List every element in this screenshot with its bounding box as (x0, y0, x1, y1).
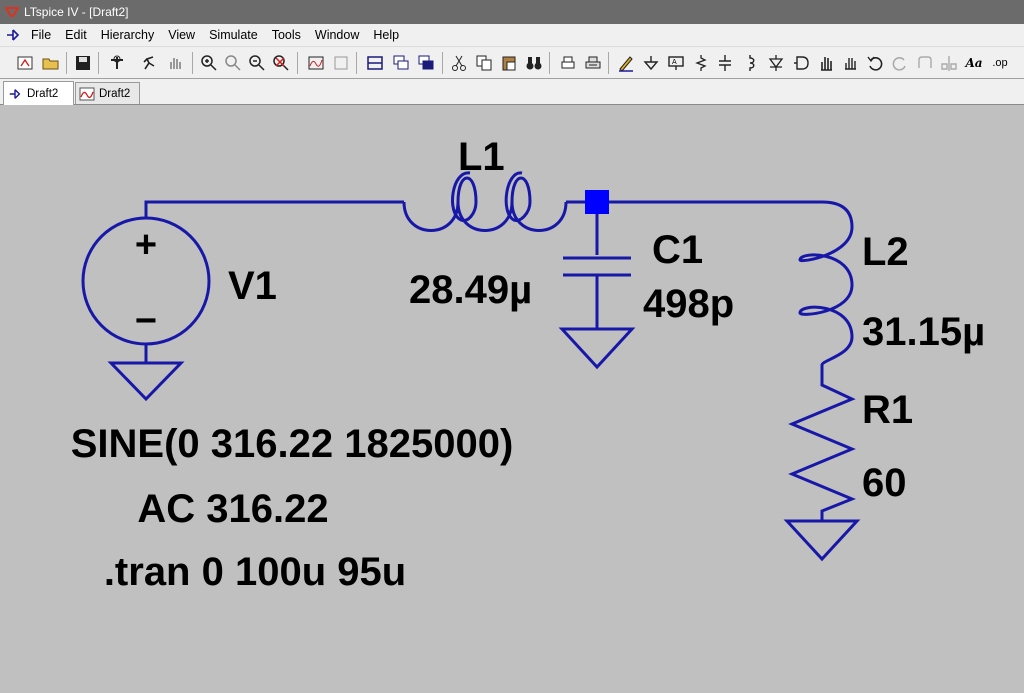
toolbar: A Aa .op (0, 46, 1024, 79)
tab-label: Draft2 (99, 87, 131, 100)
v1-sine-spec[interactable]: SINE(0 316.22 1825000) (71, 422, 514, 466)
move-hand-icon[interactable] (815, 52, 837, 74)
ground-c1[interactable] (558, 327, 636, 370)
menu-edit[interactable]: Edit (58, 28, 94, 42)
l2-name-label[interactable]: L2 (862, 230, 909, 274)
find-binoculars-icon[interactable] (523, 52, 545, 74)
ltspice-app-icon (4, 4, 20, 20)
undo-icon[interactable] (864, 52, 886, 74)
inductor-l1-turn3[interactable] (510, 201, 568, 232)
wire-v1-top[interactable] (144, 200, 404, 217)
pan-icon[interactable] (222, 52, 244, 74)
redo-icon[interactable] (889, 52, 911, 74)
menu-tools[interactable]: Tools (265, 28, 308, 42)
waveform-tab-icon (79, 86, 95, 102)
l2-value-label[interactable]: 31.15µ (862, 310, 985, 354)
zoom-cancel-icon[interactable] (270, 52, 292, 74)
print-setup-icon[interactable] (557, 52, 579, 74)
paste-icon[interactable] (498, 52, 520, 74)
menu-file[interactable]: File (24, 28, 58, 42)
rotate-icon[interactable] (914, 52, 936, 74)
zoom-fit-icon[interactable] (330, 52, 352, 74)
tab-label: Draft2 (27, 87, 59, 100)
v1-plus-sign: + (135, 224, 157, 266)
menu-simulate[interactable]: Simulate (202, 28, 265, 42)
v1-name-label[interactable]: V1 (228, 264, 277, 308)
ground-v1[interactable] (107, 361, 185, 402)
draw-wire-pencil-icon[interactable] (615, 52, 637, 74)
tab-draft2-waveform[interactable]: Draft2 (75, 82, 140, 104)
resistor-icon[interactable] (690, 52, 712, 74)
diode-icon[interactable] (765, 52, 787, 74)
menu-bar: File Edit Hierarchy View Simulate Tools … (0, 24, 1024, 46)
zoom-in-icon[interactable] (198, 52, 220, 74)
r1-name-label[interactable]: R1 (862, 388, 913, 432)
mirror-icon[interactable] (938, 52, 960, 74)
component-icon[interactable] (790, 52, 812, 74)
tran-directive[interactable]: .tran 0 100u 95u (104, 550, 406, 594)
schematic-canvas[interactable]: + − L1 28.49µ C1 498p L2 31.15µ R1 60 V1… (0, 105, 1024, 693)
save-icon[interactable] (72, 52, 94, 74)
inductor-l2[interactable] (798, 226, 854, 366)
menu-window[interactable]: Window (308, 28, 366, 42)
inductor-icon[interactable] (739, 52, 761, 74)
zoom-out-icon[interactable] (246, 52, 268, 74)
capacitor-c1-leads[interactable] (563, 202, 631, 329)
svg-text:A: A (672, 59, 677, 66)
cascade-icon[interactable] (390, 52, 412, 74)
c1-value-label[interactable]: 498p (643, 282, 734, 326)
open-folder-icon[interactable] (40, 52, 62, 74)
capacitor-icon[interactable] (714, 52, 736, 74)
print-icon[interactable] (582, 52, 604, 74)
tile-icon[interactable] (364, 52, 386, 74)
v1-minus-sign: − (135, 300, 157, 342)
cut-icon[interactable] (448, 52, 470, 74)
drag-hand-icon[interactable] (840, 52, 862, 74)
new-schematic-icon[interactable] (14, 52, 36, 74)
ground-icon[interactable] (640, 52, 662, 74)
junction-node[interactable] (585, 190, 609, 214)
copy-icon[interactable] (473, 52, 495, 74)
control-panel-icon[interactable] (106, 52, 128, 74)
spice-directive-op-icon[interactable]: .op (989, 52, 1011, 74)
schematic-tab-icon (7, 86, 23, 102)
resistor-r1[interactable] (788, 365, 856, 521)
document-tab-bar: Draft2 Draft2 (0, 79, 1024, 105)
l1-value-label[interactable]: 28.49µ (409, 268, 532, 312)
menu-hierarchy[interactable]: Hierarchy (94, 28, 162, 42)
label-net-icon[interactable]: A (665, 52, 687, 74)
close-all-icon[interactable] (415, 52, 437, 74)
r1-value-label[interactable]: 60 (862, 461, 907, 505)
window-title: LTspice IV - [Draft2] (24, 5, 129, 19)
menu-help[interactable]: Help (366, 28, 406, 42)
text-aa-icon[interactable]: Aa (963, 52, 985, 74)
autorange-icon[interactable] (305, 52, 327, 74)
c1-name-label[interactable]: C1 (652, 228, 703, 272)
schematic-doc-icon[interactable] (2, 25, 24, 45)
title-bar: LTspice IV - [Draft2] (0, 0, 1024, 24)
menu-view[interactable]: View (161, 28, 202, 42)
v1-ac-spec[interactable]: AC 316.22 (137, 487, 328, 531)
halt-hand-icon[interactable] (164, 52, 186, 74)
l1-name-label[interactable]: L1 (458, 135, 505, 179)
ground-r1[interactable] (783, 519, 861, 562)
run-icon[interactable] (139, 52, 161, 74)
tab-draft2-schematic[interactable]: Draft2 (3, 81, 74, 105)
